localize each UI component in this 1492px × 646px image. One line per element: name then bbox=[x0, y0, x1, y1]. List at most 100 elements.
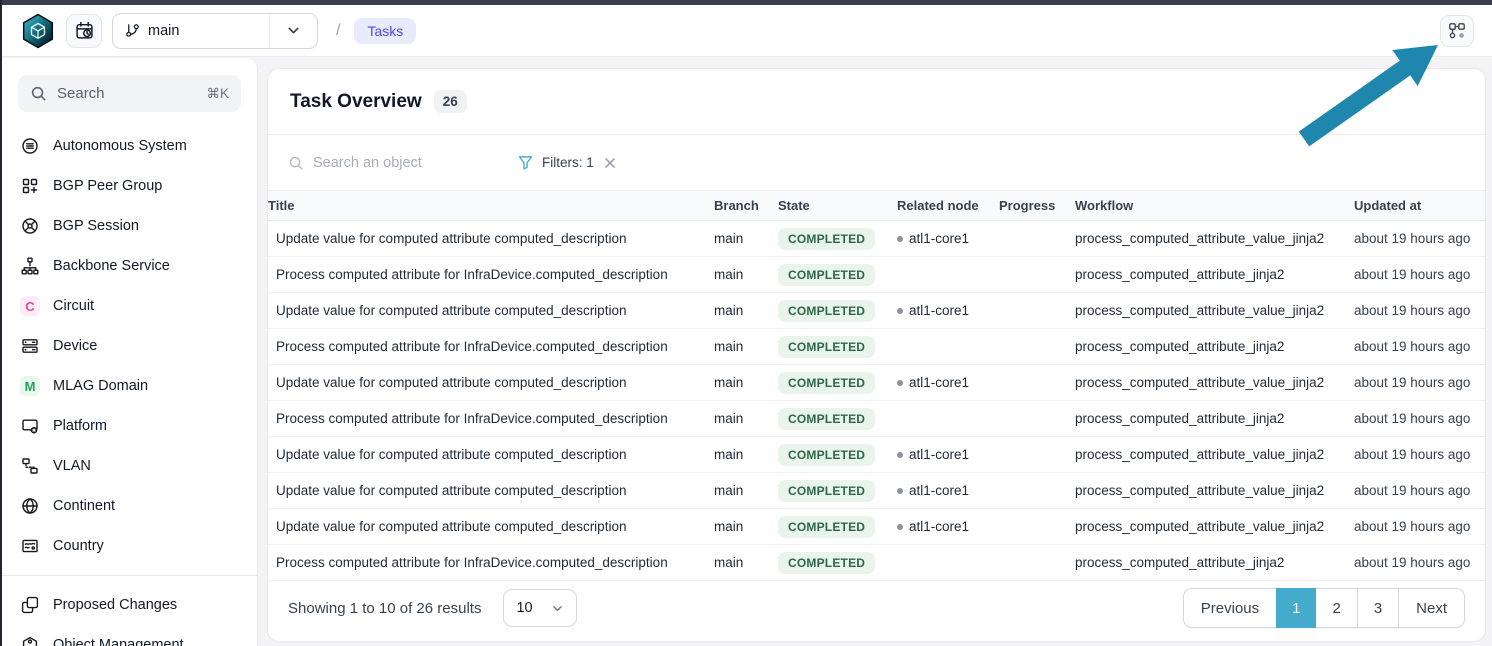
country-map-icon bbox=[21, 537, 39, 555]
cell-title: Process computed attribute for InfraDevi… bbox=[268, 339, 714, 354]
cell-workflow: process_computed_attribute_jinja2 bbox=[1075, 339, 1354, 354]
table-row[interactable]: Update value for computed attribute comp… bbox=[268, 473, 1485, 509]
cell-title: Update value for computed attribute comp… bbox=[268, 447, 714, 462]
table-row[interactable]: Process computed attribute for InfraDevi… bbox=[268, 329, 1485, 365]
mlag-letter-icon: M bbox=[20, 376, 40, 396]
branch-selector-caret[interactable] bbox=[269, 14, 317, 48]
table-row[interactable]: Process computed attribute for InfraDevi… bbox=[268, 401, 1485, 437]
sidebar-item-circuit[interactable]: C Circuit bbox=[2, 286, 257, 326]
table-row[interactable]: Update value for computed attribute comp… bbox=[268, 221, 1485, 257]
platform-icon bbox=[21, 417, 39, 435]
cell-related-node: atl1-core1 bbox=[897, 375, 999, 390]
cell-state: COMPLETED bbox=[778, 444, 897, 466]
sidebar-item-label: BGP Session bbox=[53, 218, 139, 234]
sidebar-item-mlag-domain[interactable]: M MLAG Domain bbox=[2, 366, 257, 406]
cell-updated-at: about 19 hours ago bbox=[1354, 267, 1485, 282]
sidebar-search-placeholder: Search bbox=[57, 85, 196, 102]
previous-page-button[interactable]: Previous bbox=[1183, 588, 1277, 628]
sidebar-item-autonomous-system[interactable]: Autonomous System bbox=[2, 126, 257, 166]
task-overview-panel: Task Overview 26 Search an object Filter… bbox=[267, 68, 1486, 642]
schema-visualizer-button[interactable] bbox=[1440, 15, 1474, 47]
node-status-dot-icon bbox=[897, 236, 903, 242]
cell-title: Update value for computed attribute comp… bbox=[268, 519, 714, 534]
page-size-value: 10 bbox=[516, 600, 532, 616]
bgp-peer-group-icon bbox=[21, 177, 39, 195]
branch-selector[interactable]: main bbox=[112, 13, 318, 49]
node-status-dot-icon bbox=[897, 308, 903, 314]
column-header: State bbox=[778, 198, 897, 213]
table-row[interactable]: Update value for computed attribute comp… bbox=[268, 293, 1485, 329]
related-node-name: atl1-core1 bbox=[909, 231, 969, 246]
sidebar-item-label: Object Management bbox=[53, 637, 184, 646]
autonomous-system-icon bbox=[21, 137, 39, 155]
cell-branch: main bbox=[714, 519, 778, 534]
table-row[interactable]: Update value for computed attribute comp… bbox=[268, 437, 1485, 473]
cell-branch: main bbox=[714, 303, 778, 318]
status-badge: COMPLETED bbox=[778, 372, 875, 394]
table-footer: Showing 1 to 10 of 26 results 10 Previou… bbox=[268, 581, 1485, 635]
sidebar-item-label: Circuit bbox=[53, 298, 94, 314]
table-row[interactable]: Process computed attribute for InfraDevi… bbox=[268, 545, 1485, 581]
page-3-button[interactable]: 3 bbox=[1357, 588, 1399, 628]
sidebar-item-proposed-changes[interactable]: Proposed Changes bbox=[2, 585, 257, 625]
sidebar-item-label: Device bbox=[53, 338, 97, 354]
related-node-name: atl1-core1 bbox=[909, 519, 969, 534]
object-search-input[interactable]: Search an object bbox=[288, 155, 506, 171]
cell-title: Update value for computed attribute comp… bbox=[268, 483, 714, 498]
column-header: Related node bbox=[897, 198, 999, 213]
breadcrumb-tasks[interactable]: Tasks bbox=[354, 18, 416, 44]
calendar-clock-icon bbox=[75, 21, 94, 40]
sidebar-item-label: VLAN bbox=[53, 458, 91, 474]
table-row[interactable]: Update value for computed attribute comp… bbox=[268, 365, 1485, 401]
tasks-table: TitleBranchStateRelated nodeProgressWork… bbox=[268, 191, 1485, 581]
column-header: Branch bbox=[714, 198, 778, 213]
page-2-button[interactable]: 2 bbox=[1315, 588, 1357, 628]
cell-workflow: process_computed_attribute_jinja2 bbox=[1075, 411, 1354, 426]
cell-updated-at: about 19 hours ago bbox=[1354, 303, 1485, 318]
breadcrumb-separator: / bbox=[336, 22, 340, 40]
next-page-button[interactable]: Next bbox=[1398, 588, 1465, 628]
object-search-placeholder: Search an object bbox=[313, 155, 422, 171]
sidebar-item-bgp-peer-group[interactable]: BGP Peer Group bbox=[2, 166, 257, 206]
table-row[interactable]: Update value for computed attribute comp… bbox=[268, 509, 1485, 545]
table-header-row: TitleBranchStateRelated nodeProgressWork… bbox=[268, 191, 1485, 221]
cell-workflow: process_computed_attribute_value_jinja2 bbox=[1075, 375, 1354, 390]
node-status-dot-icon bbox=[897, 452, 903, 458]
sidebar-item-platform[interactable]: Platform bbox=[2, 406, 257, 446]
cell-branch: main bbox=[714, 411, 778, 426]
sidebar-search-shortcut: ⌘K bbox=[206, 86, 229, 102]
sidebar-item-label: Platform bbox=[53, 418, 107, 434]
circuit-letter-icon: C bbox=[20, 296, 40, 316]
cell-updated-at: about 19 hours ago bbox=[1354, 447, 1485, 462]
node-status-dot-icon bbox=[897, 524, 903, 530]
window-left-edge bbox=[0, 0, 2, 646]
proposed-changes-icon bbox=[21, 596, 39, 614]
sidebar-item-object-management[interactable]: Object Management bbox=[2, 625, 257, 646]
cell-branch: main bbox=[714, 231, 778, 246]
sidebar-item-label: Continent bbox=[53, 498, 115, 514]
sidebar-item-label: Autonomous System bbox=[53, 138, 187, 154]
filters-button[interactable]: Filters: 1 bbox=[518, 155, 594, 170]
cell-updated-at: about 19 hours ago bbox=[1354, 519, 1485, 534]
infrahub-logo-icon[interactable] bbox=[20, 13, 56, 49]
status-badge: COMPLETED bbox=[778, 336, 875, 358]
sidebar-item-continent[interactable]: Continent bbox=[2, 486, 257, 526]
sidebar-item-device[interactable]: Device bbox=[2, 326, 257, 366]
status-badge: COMPLETED bbox=[778, 300, 875, 322]
filters-label: Filters: 1 bbox=[542, 155, 594, 170]
column-header: Title bbox=[268, 198, 714, 213]
clear-filters-button[interactable] bbox=[603, 156, 617, 170]
time-travel-button[interactable] bbox=[66, 14, 102, 48]
sidebar-item-vlan[interactable]: VLAN bbox=[2, 446, 257, 486]
table-row[interactable]: Process computed attribute for InfraDevi… bbox=[268, 257, 1485, 293]
page-1-button[interactable]: 1 bbox=[1276, 588, 1316, 628]
sidebar-item-country[interactable]: Country bbox=[2, 526, 257, 566]
cell-state: COMPLETED bbox=[778, 264, 897, 286]
sidebar-item-bgp-session[interactable]: BGP Session bbox=[2, 206, 257, 246]
sidebar-search[interactable]: Search ⌘K bbox=[18, 75, 241, 112]
sidebar-divider bbox=[2, 575, 257, 576]
status-badge: COMPLETED bbox=[778, 480, 875, 502]
related-node-name: atl1-core1 bbox=[909, 375, 969, 390]
sidebar-item-backbone-service[interactable]: Backbone Service bbox=[2, 246, 257, 286]
page-size-select[interactable]: 10 bbox=[503, 589, 577, 627]
